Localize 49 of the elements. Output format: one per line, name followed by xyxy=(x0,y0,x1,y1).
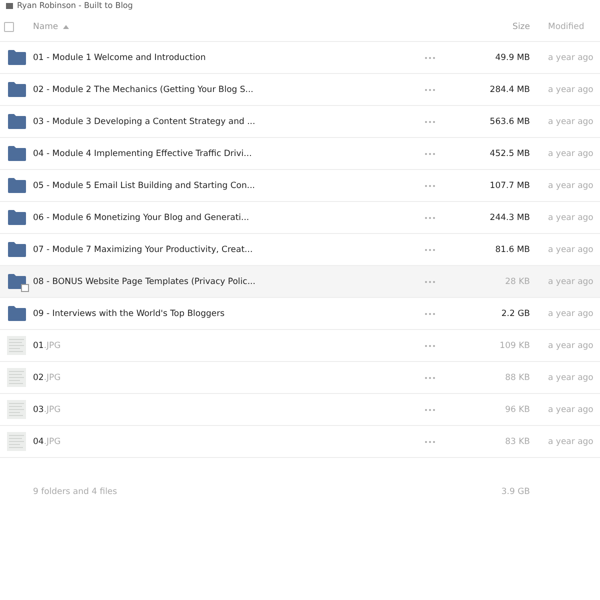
modified-date: a year ago xyxy=(547,116,594,126)
file-name[interactable]: 04.JPG xyxy=(33,436,410,446)
folder-name[interactable]: 09 - Interviews with the World's Top Bloggers xyxy=(33,308,410,318)
file-name[interactable]: 02.JPG xyxy=(33,372,410,382)
folder-name[interactable]: 01 - Module 1 Welcome and Introduction xyxy=(33,52,410,62)
file-size: 96 KB xyxy=(505,404,530,414)
image-thumbnail xyxy=(7,336,26,355)
file-size: 81.6 MB xyxy=(495,244,530,254)
summary-text: 9 folders and 4 files xyxy=(33,487,118,497)
row-checkbox[interactable] xyxy=(20,284,28,292)
modified-date: a year ago xyxy=(547,180,594,190)
file-size: 109 KB xyxy=(500,340,530,350)
file-name[interactable]: 03.JPG xyxy=(33,404,410,414)
file-size: 49.9 MB xyxy=(495,52,530,62)
modified-date: a year ago xyxy=(547,404,594,414)
file-size: 284.4 MB xyxy=(490,84,530,94)
file-size: 452.5 MB xyxy=(490,148,530,158)
image-thumbnail xyxy=(7,368,26,387)
breadcrumb-link[interactable]: Ryan Robinson - Built to Blog xyxy=(17,1,133,11)
file-size: 244.3 MB xyxy=(490,212,530,222)
file-size: 83 KB xyxy=(505,436,530,446)
modified-date: a year ago xyxy=(547,52,594,62)
file-name[interactable]: 01.JPG xyxy=(33,340,410,350)
folder-name[interactable]: 04 - Module 4 Implementing Effective Traffic Drivi... xyxy=(33,148,410,158)
sort-arrow-icon xyxy=(63,24,70,28)
modified-date: a year ago xyxy=(547,84,594,94)
modified-date: a year ago xyxy=(547,436,594,446)
folder-name[interactable]: 07 - Module 7 Maximizing Your Productivity, Creat... xyxy=(33,244,410,254)
modified-date: a year ago xyxy=(547,340,594,350)
file-size: 28 KB xyxy=(505,276,530,286)
select-all-checkbox[interactable] xyxy=(4,22,14,32)
modified-date: a year ago xyxy=(547,212,594,222)
modified-date: a year ago xyxy=(547,308,594,318)
modified-date: a year ago xyxy=(547,372,594,382)
image-thumbnail xyxy=(7,432,26,451)
folder-name[interactable]: 02 - Module 2 The Mechanics (Getting Your Blog S... xyxy=(33,84,410,94)
folder-name[interactable]: 05 - Module 5 Email List Building and Starting Con... xyxy=(33,180,410,190)
folder-name[interactable]: 08 - BONUS Website Page Templates (Privacy Polic... xyxy=(33,276,410,286)
folder-name[interactable]: 03 - Module 3 Developing a Content Strategy and ... xyxy=(33,116,410,126)
modified-date: a year ago xyxy=(547,276,594,286)
folder-name[interactable]: 06 - Module 6 Monetizing Your Blog and Generati... xyxy=(33,212,410,222)
modified-date: a year ago xyxy=(547,148,594,158)
file-size: 2.2 GB xyxy=(501,308,530,318)
total-size: 3.9 GB xyxy=(501,487,530,497)
file-size: 88 KB xyxy=(505,372,530,382)
modified-date: a year ago xyxy=(547,244,594,254)
file-size: 563.6 MB xyxy=(490,116,530,126)
file-size: 107.7 MB xyxy=(490,180,530,190)
image-thumbnail xyxy=(7,400,26,419)
